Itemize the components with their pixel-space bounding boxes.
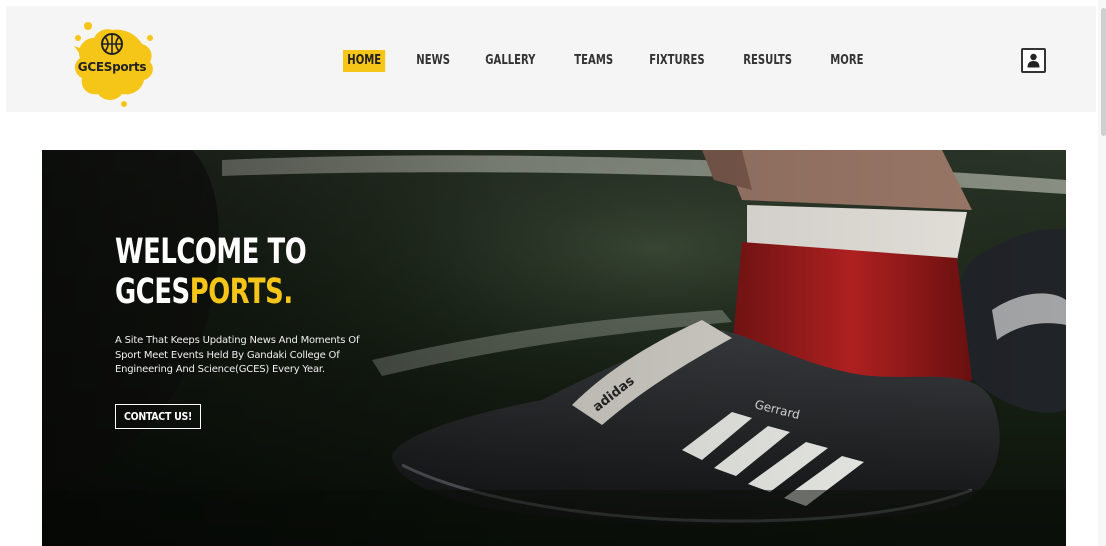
nav-item-teams[interactable]: TEAMS (570, 50, 617, 72)
hero-description: A Site That Keeps Updating News And Mome… (115, 335, 360, 375)
nav-item-home[interactable]: HOME (343, 50, 386, 72)
hero-banner: adidas Gerrard WELCOME TO GCESPORTS. A S… (42, 150, 1066, 546)
nav-item-fixtures[interactable]: FIXTURES (645, 50, 709, 72)
hero-title-accent: PORTS. (189, 272, 293, 312)
nav-item-results[interactable]: RESULTS (739, 50, 796, 72)
nav-item-more[interactable]: MORE (826, 50, 868, 72)
hero-title-prefix: GCES (115, 272, 190, 312)
main-nav: HOME NEWS GALLERY TEAMS FIXTURES RESULTS… (343, 48, 894, 74)
user-icon (1027, 53, 1040, 68)
scrollbar-thumb[interactable] (1101, 8, 1106, 136)
hero-title: WELCOME TO GCESPORTS. (115, 232, 386, 312)
user-account-button[interactable] (1021, 48, 1046, 73)
nav-item-news[interactable]: NEWS (412, 50, 454, 72)
hero-title-line1: WELCOME TO (115, 232, 307, 272)
nav-item-gallery[interactable]: GALLERY (481, 50, 540, 72)
gcesports-logo[interactable]: GCESports (66, 16, 158, 108)
logo-text: GCESports (77, 60, 147, 74)
site-header: GCESports HOME NEWS GALLERY TEAMS FIXTUR… (6, 6, 1096, 112)
contact-us-button[interactable]: CONTACT US! (115, 404, 201, 429)
